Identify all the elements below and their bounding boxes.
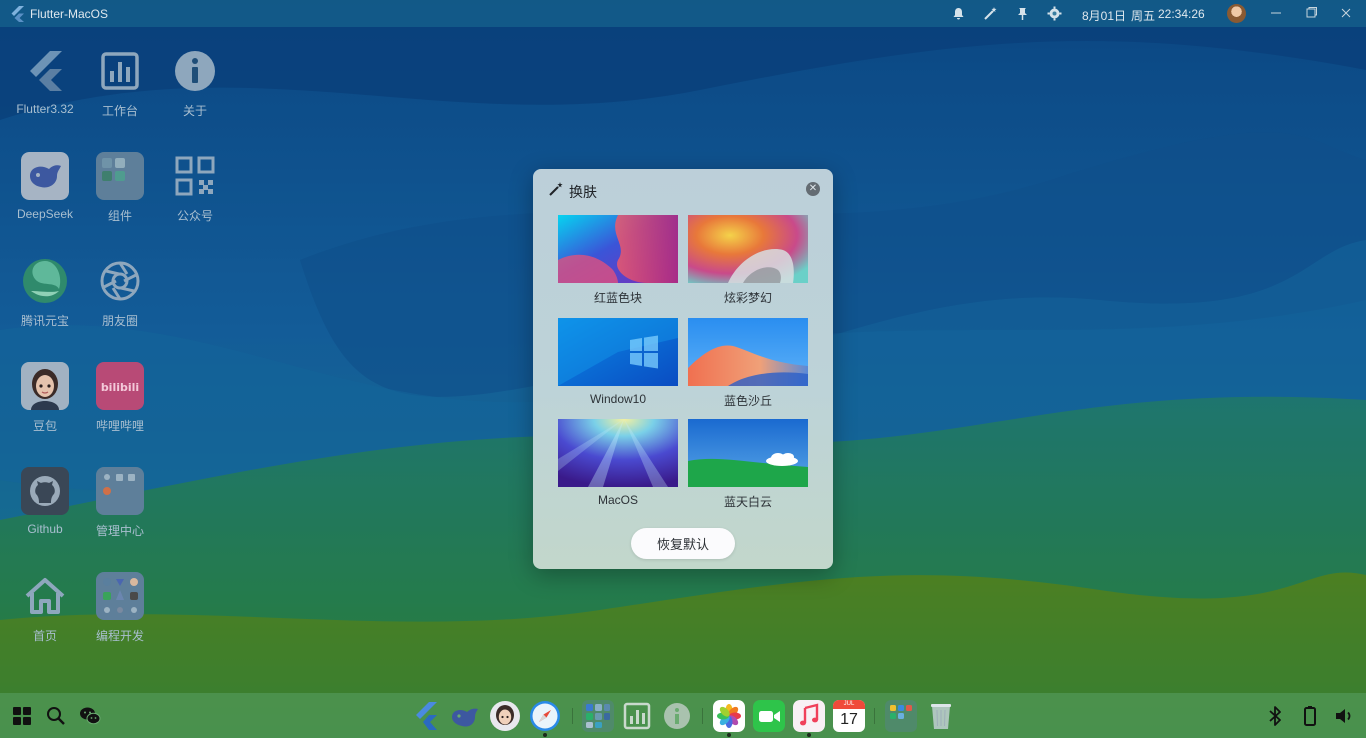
desktop-item-official-account[interactable]: 公众号 xyxy=(157,152,233,242)
skin-label: Window10 xyxy=(589,392,647,406)
music-icon[interactable] xyxy=(793,700,825,732)
magic-wand-icon[interactable] xyxy=(983,6,998,21)
dialog-close-button[interactable]: ✕ xyxy=(806,182,820,196)
flutter-icon[interactable] xyxy=(410,700,442,732)
skin-thumbnail xyxy=(688,419,808,487)
skin-label: 蓝色沙丘 xyxy=(723,394,772,408)
dock-separator xyxy=(572,708,573,724)
pin-icon[interactable] xyxy=(1015,6,1030,21)
desktop-item-components[interactable]: 组件 xyxy=(82,152,158,242)
yuanbao-icon xyxy=(23,259,67,303)
user-avatar[interactable] xyxy=(1227,4,1246,23)
desktop-item-home[interactable]: 首页 xyxy=(7,572,83,662)
desktop-item-moments[interactable]: 朋友圈 xyxy=(82,257,158,347)
folder-icon xyxy=(96,152,144,200)
camera-aperture-icon xyxy=(100,261,140,301)
info-icon[interactable] xyxy=(661,700,693,732)
trash-icon[interactable] xyxy=(925,700,957,732)
desktop-item-about[interactable]: 关于 xyxy=(157,47,233,137)
wechat-icon[interactable] xyxy=(79,705,101,727)
photos-icon[interactable] xyxy=(713,700,745,732)
skin-dialog: 换肤 ✕ 红蓝色块 炫彩梦幻 Window10 蓝色沙丘 MacOS 蓝天白云 … xyxy=(533,169,833,569)
skin-thumbnail xyxy=(558,215,678,283)
desktop-item-doubao[interactable]: 豆包 xyxy=(7,362,83,452)
reset-default-button[interactable]: 恢复默认 xyxy=(631,528,735,559)
calendar-day: 17 xyxy=(840,711,858,728)
magic-wand-icon xyxy=(549,182,563,196)
skin-label: 炫彩梦幻 xyxy=(723,291,772,305)
desktop-item-flutter[interactable]: Flutter3.32 xyxy=(7,47,83,137)
dialog-title: 换肤 xyxy=(569,184,597,200)
skin-option-macos[interactable]: MacOS xyxy=(558,419,678,507)
date-display: 8月01日 xyxy=(1082,9,1127,23)
skin-option-blue-sky[interactable]: 蓝天白云 xyxy=(688,419,808,510)
desktop-item-deepseek[interactable]: DeepSeek xyxy=(7,152,83,242)
weekday-display: 周五 xyxy=(1131,9,1156,23)
folder-icon[interactable] xyxy=(582,700,614,732)
taskbar: JUL 17 xyxy=(0,693,1366,738)
minimize-icon[interactable] xyxy=(1267,4,1285,22)
desktop-item-bilibili[interactable]: bilibili 哔哩哔哩 xyxy=(82,362,158,452)
volume-icon[interactable] xyxy=(1333,705,1355,727)
gear-icon[interactable] xyxy=(1047,6,1062,21)
clock-display: 22:34:26 xyxy=(1158,7,1205,21)
desktop-item-programming[interactable]: 编程开发 xyxy=(82,572,158,662)
desktop-item-admin-center[interactable]: 管理中心 xyxy=(82,467,158,557)
github-icon xyxy=(21,467,69,515)
skin-option-windows10[interactable]: Window10 xyxy=(558,318,678,406)
running-indicator xyxy=(727,733,731,737)
dashboard-icon[interactable] xyxy=(621,700,653,732)
maximize-icon[interactable] xyxy=(1302,4,1320,22)
home-icon xyxy=(25,578,65,614)
qrcode-icon xyxy=(175,156,215,196)
doubao-avatar-icon[interactable] xyxy=(489,700,521,732)
running-indicator xyxy=(543,733,547,737)
bluetooth-icon[interactable] xyxy=(1264,705,1286,727)
doubao-avatar-icon xyxy=(21,362,69,410)
dock-separator xyxy=(874,708,875,724)
top-menu-bar: Flutter-MacOS 8月01日 周五 22:34:26 xyxy=(0,0,1366,27)
flutter-logo-icon xyxy=(11,6,24,22)
windows-start-icon[interactable] xyxy=(11,705,33,727)
skin-label: MacOS xyxy=(597,493,638,507)
desktop-item-github[interactable]: Github xyxy=(7,467,83,557)
app-title: Flutter-MacOS xyxy=(30,7,109,21)
desktop-item-dashboard[interactable]: 工作台 xyxy=(82,47,158,137)
battery-icon[interactable] xyxy=(1299,705,1321,727)
info-icon xyxy=(175,51,215,91)
bilibili-icon: bilibili xyxy=(96,362,144,410)
calendar-icon[interactable]: JUL 17 xyxy=(833,700,865,732)
skin-thumbnail xyxy=(688,318,808,386)
folder-icon xyxy=(96,572,144,620)
flutter-icon xyxy=(30,51,62,91)
facetime-icon[interactable] xyxy=(753,700,785,732)
folder-icon[interactable] xyxy=(885,700,917,732)
skin-thumbnail xyxy=(558,318,678,386)
bell-icon[interactable] xyxy=(951,6,966,21)
safari-compass-icon[interactable] xyxy=(529,700,561,732)
dock-separator xyxy=(702,708,703,724)
skin-thumbnail xyxy=(688,215,808,283)
calendar-month: JUL xyxy=(833,700,865,709)
skin-option-dreamy[interactable]: 炫彩梦幻 xyxy=(688,215,808,306)
close-icon[interactable] xyxy=(1337,4,1355,22)
skin-option-red-blue[interactable]: 红蓝色块 xyxy=(558,215,678,306)
deepseek-icon[interactable] xyxy=(449,700,481,732)
skin-label: 蓝天白云 xyxy=(723,495,772,509)
skin-label: 红蓝色块 xyxy=(593,291,642,305)
skin-option-blue-dune[interactable]: 蓝色沙丘 xyxy=(688,318,808,409)
skin-thumbnail xyxy=(558,419,678,487)
deepseek-icon xyxy=(21,152,69,200)
desktop-item-yuanbao[interactable]: 腾讯元宝 xyxy=(7,257,83,347)
folder-icon xyxy=(96,467,144,515)
svg-text:bilibili: bilibili xyxy=(101,381,139,394)
running-indicator xyxy=(807,733,811,737)
dashboard-icon xyxy=(101,52,139,90)
search-icon[interactable] xyxy=(45,705,67,727)
